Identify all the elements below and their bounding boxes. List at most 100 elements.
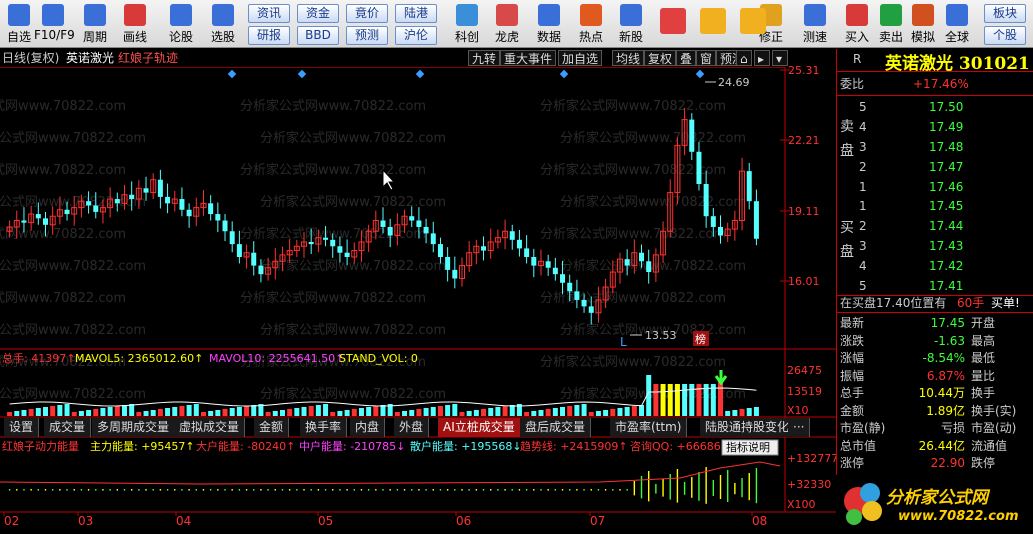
indicator-trend: 趋势线: +2415909↑ bbox=[520, 439, 628, 453]
event-marker bbox=[415, 69, 425, 79]
candle-body bbox=[236, 244, 242, 258]
event-marker bbox=[297, 69, 307, 79]
volume-bar bbox=[631, 406, 637, 416]
volume-bar bbox=[674, 384, 680, 416]
candle-body bbox=[624, 259, 630, 266]
volume-bar bbox=[193, 404, 199, 416]
volume-bar bbox=[746, 408, 752, 416]
stat-label-2: 市盈(动) bbox=[971, 421, 1017, 435]
volume-bar bbox=[136, 412, 142, 416]
volume-bar bbox=[732, 410, 738, 416]
month-label: 08 bbox=[752, 514, 767, 528]
volume-bar bbox=[165, 408, 171, 416]
volume-stand: STAND_VOL: 0 bbox=[339, 352, 418, 365]
watermark: 分析家公式网www.70822.com bbox=[560, 194, 746, 210]
tab-10[interactable]: 市盈率(ttm) bbox=[610, 418, 688, 437]
tab-11[interactable]: 陆股通持股变化 bbox=[700, 418, 796, 437]
toolbar-button-15[interactable]: 模拟 bbox=[904, 2, 942, 46]
toolbar-button-13[interactable]: 买入 bbox=[838, 2, 876, 46]
simulate-icon bbox=[912, 4, 934, 26]
toolbar-right-button-1[interactable]: 个股 bbox=[984, 26, 1026, 45]
volume-bar bbox=[78, 411, 84, 416]
month-label: 02 bbox=[4, 514, 19, 528]
volume-bar bbox=[488, 408, 494, 416]
tab-9[interactable]: 盘后成交量 bbox=[520, 418, 592, 437]
volume-bar bbox=[595, 411, 601, 416]
kline-chart[interactable]: 分析家公式网www.70822.com 分析家公式网www.70822.com 分析… bbox=[0, 0, 836, 534]
candle-body bbox=[64, 209, 70, 215]
watermark: 分析家公式网www.70822.com bbox=[0, 226, 126, 242]
toolbar-button-16[interactable]: 全球 bbox=[938, 2, 976, 46]
candle-body bbox=[710, 216, 716, 227]
stat-value: 1.89亿 bbox=[926, 403, 965, 418]
volume-bar bbox=[481, 409, 487, 416]
buy-level: 2 bbox=[859, 219, 867, 233]
candle-body bbox=[129, 194, 135, 200]
candle-body bbox=[746, 171, 752, 202]
watermark: 分析家公式网www.70822.com bbox=[260, 386, 446, 402]
candle-body bbox=[179, 199, 185, 210]
tab-0[interactable]: 设置 bbox=[4, 418, 40, 437]
candle-body bbox=[251, 252, 257, 266]
volume-bar bbox=[100, 408, 106, 416]
weibi-label: 委比 bbox=[840, 77, 865, 91]
buy-price: 17.45 bbox=[929, 199, 964, 213]
candle-body bbox=[588, 306, 594, 313]
tab-7[interactable]: 外盘 bbox=[394, 418, 430, 437]
tab-12[interactable]: ··· bbox=[788, 418, 811, 437]
tab-1[interactable]: 成交量 bbox=[44, 418, 92, 437]
volume-bar bbox=[64, 404, 70, 416]
watermark: 分析家公式网www.70822.com bbox=[0, 386, 146, 402]
volume-bar bbox=[610, 409, 616, 416]
volume-bar bbox=[473, 410, 479, 416]
volume-bar bbox=[380, 405, 386, 416]
indicator-explain-label[interactable]: 指标说明 bbox=[726, 440, 770, 454]
month-label: 05 bbox=[318, 514, 333, 528]
candle-body bbox=[481, 246, 487, 251]
candle-body bbox=[646, 261, 652, 273]
tab-4[interactable]: 金额 bbox=[254, 418, 290, 437]
volume-bar bbox=[222, 409, 228, 416]
candle-body bbox=[689, 119, 695, 152]
stat-label-2: 换手 bbox=[971, 386, 996, 400]
buy-level: 3 bbox=[859, 239, 867, 253]
stat-label-2: 量比 bbox=[971, 368, 996, 383]
stat-label: 金额 bbox=[840, 403, 865, 418]
indicator-mid: 中户能量: -210785↓ bbox=[299, 439, 405, 453]
indicator-retail: 散户能量: +195568↓ bbox=[410, 439, 522, 453]
candle-body bbox=[215, 214, 221, 221]
tab-5[interactable]: 换手率 bbox=[300, 418, 348, 437]
logo-url: www.70822.com bbox=[898, 509, 1019, 524]
candle-body bbox=[143, 188, 149, 193]
volume-bar bbox=[21, 410, 27, 416]
candle-body bbox=[718, 226, 724, 236]
candle-body bbox=[445, 257, 451, 270]
candle-body bbox=[409, 216, 415, 221]
indicator-name: 红娘子动力能量 bbox=[2, 439, 79, 453]
volume-bar bbox=[753, 407, 759, 416]
volume-bar bbox=[71, 412, 77, 416]
volume-bar bbox=[452, 404, 458, 416]
sell-price: 17.49 bbox=[929, 120, 964, 134]
tab-2[interactable]: 多周期成交量 bbox=[92, 418, 176, 437]
tab-6[interactable]: 内盘 bbox=[350, 418, 386, 437]
tab-8[interactable]: AI立桩成交量 bbox=[438, 418, 521, 437]
watermark: 分析家公式网www.70822.com bbox=[0, 258, 146, 274]
volume-bar bbox=[373, 406, 379, 416]
price-axis-label: 25.31 bbox=[788, 64, 820, 77]
volume-bar bbox=[315, 405, 321, 416]
toolbar-right-button-0[interactable]: 板块 bbox=[984, 4, 1026, 23]
stat-label: 总市值 bbox=[840, 438, 877, 453]
volume-bar bbox=[7, 412, 13, 416]
candle-body bbox=[639, 252, 645, 262]
tab-3[interactable]: 虚拟成交量 bbox=[174, 418, 246, 437]
stat-label: 涨跌 bbox=[840, 333, 865, 348]
candle-body bbox=[35, 214, 41, 219]
sell-level: 2 bbox=[859, 160, 867, 174]
watermark: 分析家公式网www.70822.com bbox=[560, 130, 746, 146]
buy-label-2: 盘 bbox=[840, 244, 854, 260]
sell-level: 5 bbox=[859, 100, 867, 114]
sell-price: 17.46 bbox=[929, 180, 964, 194]
watermark: 分析家公式网www.70822.com bbox=[540, 354, 726, 370]
stat-label-2: 换手(实) bbox=[971, 403, 1017, 418]
